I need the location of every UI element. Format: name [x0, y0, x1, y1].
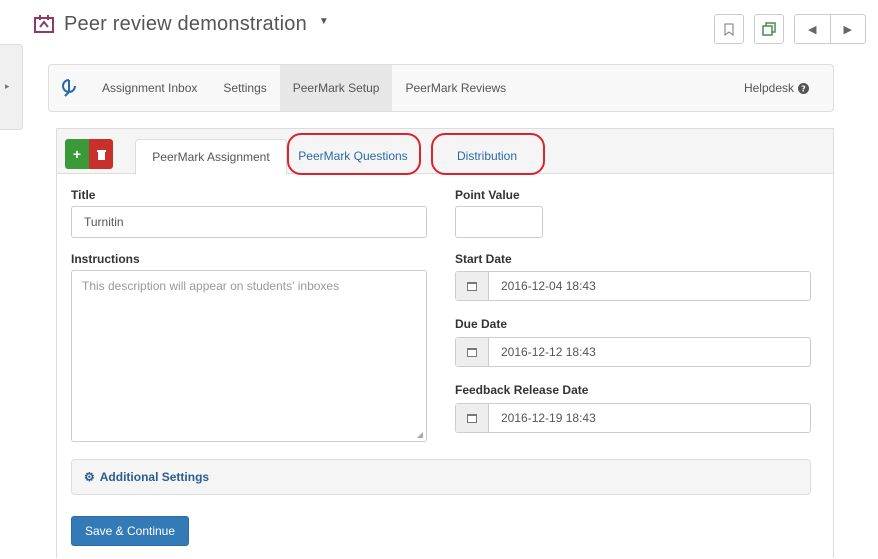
peermark-icon [34, 15, 54, 33]
resize-grip-icon[interactable]: ◢ [417, 430, 423, 439]
svg-text:?: ? [801, 84, 806, 93]
save-continue-button[interactable]: Save & Continue [71, 516, 189, 546]
nav-settings[interactable]: Settings [210, 65, 279, 111]
nav-peermark-reviews[interactable]: PeerMark Reviews [392, 65, 519, 111]
add-assignment-button[interactable]: + [65, 139, 89, 169]
bookmark-icon [724, 23, 734, 36]
start-date-value: 2016-12-04 18:43 [501, 279, 596, 293]
feedback-release-label: Feedback Release Date [455, 383, 589, 397]
calendar-icon[interactable] [456, 404, 489, 432]
assignment-form: Title Turnitin Instructions This descrip… [57, 173, 833, 559]
previous-icon[interactable]: ◀ [795, 15, 831, 43]
start-date-field[interactable]: 2016-12-04 18:43 [455, 271, 811, 301]
feedback-release-field[interactable]: 2016-12-19 18:43 [455, 403, 811, 433]
copy-button[interactable] [754, 14, 784, 44]
calendar-icon[interactable] [456, 338, 489, 366]
due-date-label: Due Date [455, 317, 508, 331]
next-icon[interactable]: ▶ [831, 15, 866, 43]
helpdesk-link[interactable]: Helpdesk ? [744, 65, 833, 111]
page-header: Peer review demonstration ▼ [34, 8, 329, 40]
assignment-panel: + PeerMark Assignment PeerMark Questions… [56, 128, 834, 559]
instructions-textarea[interactable]: This description will appear on students… [71, 270, 427, 442]
title-value: Turnitin [84, 215, 124, 229]
instructions-placeholder: This description will appear on students… [82, 279, 340, 293]
title-label: Title [71, 188, 96, 202]
main-nav: Assignment Inbox Settings PeerMark Setup… [48, 64, 834, 112]
calendar-icon[interactable] [456, 272, 489, 300]
question-circle-icon: ? [798, 82, 809, 94]
copy-icon [762, 22, 776, 36]
tab-distribution[interactable]: Distribution [435, 139, 539, 173]
delete-assignment-button[interactable] [89, 139, 113, 169]
due-date-field[interactable]: 2016-12-12 18:43 [455, 337, 811, 367]
instructions-label: Instructions [71, 252, 140, 266]
side-panel-toggle[interactable]: ▸ [0, 44, 23, 130]
helpdesk-label: Helpdesk [743, 81, 794, 95]
tab-peermark-questions[interactable]: PeerMark Questions [291, 139, 415, 173]
nav-assignment-inbox[interactable]: Assignment Inbox [89, 65, 210, 111]
tab-peermark-assignment[interactable]: PeerMark Assignment [135, 139, 287, 175]
trash-icon [96, 149, 106, 160]
feedback-release-value: 2016-12-19 18:43 [501, 411, 596, 425]
chevron-right-icon: ▸ [5, 81, 10, 91]
gear-icon: ⚙ [84, 470, 95, 484]
point-value-label: Point Value [455, 188, 520, 202]
start-date-label: Start Date [455, 252, 512, 266]
additional-settings-label: Additional Settings [99, 470, 210, 484]
page-title: Peer review demonstration [64, 12, 307, 35]
turnitin-logo-icon[interactable] [49, 65, 89, 111]
pager-buttons: ◀ ▶ [794, 14, 866, 44]
point-value-input[interactable] [455, 206, 543, 238]
bookmark-button[interactable] [714, 14, 744, 44]
plus-icon: + [72, 146, 82, 162]
title-input[interactable]: Turnitin [71, 206, 427, 238]
nav-peermark-setup[interactable]: PeerMark Setup [279, 65, 393, 111]
title-dropdown-icon[interactable]: ▼ [319, 16, 329, 27]
top-toolbar: ◀ ▶ [714, 14, 866, 44]
due-date-value: 2016-12-12 18:43 [501, 345, 596, 359]
additional-settings-toggle[interactable]: ⚙ Additional Settings [71, 459, 811, 495]
